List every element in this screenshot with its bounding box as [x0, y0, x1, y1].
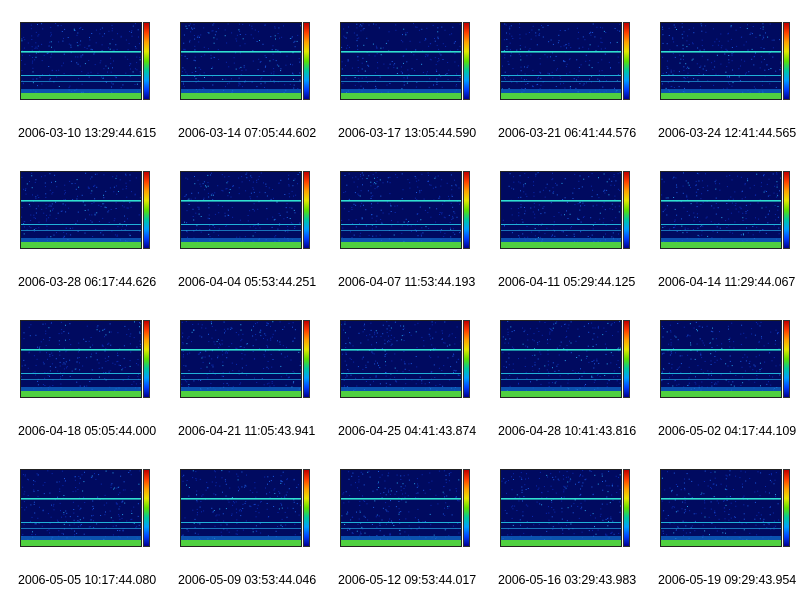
colorbar — [623, 320, 630, 398]
spectrogram-image — [20, 469, 142, 547]
timestamp-caption: 2006-04-21 11:05:43.941 — [178, 424, 316, 438]
colorbar — [143, 320, 150, 398]
spectrogram-panel: 2006-03-21 06:41:44.576 — [480, 0, 640, 149]
timestamp-caption: 2006-03-10 13:29:44.615 — [18, 126, 157, 140]
colorbar — [303, 469, 310, 547]
colorbar — [463, 469, 470, 547]
spectrogram-image — [340, 469, 462, 547]
colorbar — [143, 171, 150, 249]
colorbar — [783, 22, 790, 100]
colorbar — [783, 171, 790, 249]
timestamp-caption: 2006-03-24 12:41:44.565 — [658, 126, 797, 140]
timestamp-caption: 2006-05-12 09:53:44.017 — [338, 573, 477, 587]
timestamp-caption: 2006-04-18 05:05:44.000 — [18, 424, 157, 438]
spectrogram-image — [500, 469, 622, 547]
spectrogram-panel: 2006-04-25 04:41:43.874 — [320, 298, 480, 447]
spectrogram-panel: 2006-04-28 10:41:43.816 — [480, 298, 640, 447]
colorbar — [783, 320, 790, 398]
spectrogram-panel: 2006-05-02 04:17:44.109 — [640, 298, 800, 447]
timestamp-caption: 2006-03-28 06:17:44.626 — [18, 275, 157, 289]
spectrogram-panel: 2006-04-14 11:29:44.067 — [640, 149, 800, 298]
spectrogram-panel: 2006-05-05 10:17:44.080 — [0, 447, 160, 596]
colorbar — [143, 469, 150, 547]
spectrogram-image — [340, 22, 462, 100]
spectrogram-panel: 2006-03-14 07:05:44.602 — [160, 0, 320, 149]
spectrogram-panel: 2006-05-19 09:29:43.954 — [640, 447, 800, 596]
timestamp-caption: 2006-03-17 13:05:44.590 — [338, 126, 477, 140]
spectrogram-image — [660, 171, 782, 249]
colorbar — [463, 320, 470, 398]
colorbar — [463, 171, 470, 249]
spectrogram-panel: 2006-04-04 05:53:44.251 — [160, 149, 320, 298]
colorbar — [623, 469, 630, 547]
timestamp-caption: 2006-05-05 10:17:44.080 — [18, 573, 157, 587]
spectrogram-panel: 2006-03-17 13:05:44.590 — [320, 0, 480, 149]
spectrogram-image — [500, 22, 622, 100]
timestamp-caption: 2006-04-11 05:29:44.125 — [498, 275, 636, 289]
colorbar — [623, 22, 630, 100]
timestamp-caption: 2006-03-14 07:05:44.602 — [178, 126, 317, 140]
spectrogram-panel: 2006-03-24 12:41:44.565 — [640, 0, 800, 149]
colorbar — [143, 22, 150, 100]
colorbar — [303, 320, 310, 398]
spectrogram-image — [500, 171, 622, 249]
spectrogram-panel: 2006-05-16 03:29:43.983 — [480, 447, 640, 596]
colorbar — [623, 171, 630, 249]
spectrogram-panel: 2006-05-09 03:53:44.046 — [160, 447, 320, 596]
spectrogram-image — [180, 469, 302, 547]
spectrogram-panel: 2006-04-07 11:53:44.193 — [320, 149, 480, 298]
spectrogram-image — [340, 171, 462, 249]
spectrogram-image — [180, 320, 302, 398]
spectrogram-image — [20, 320, 142, 398]
spectrogram-panel: 2006-03-28 06:17:44.626 — [0, 149, 160, 298]
colorbar — [303, 22, 310, 100]
timestamp-caption: 2006-04-14 11:29:44.067 — [658, 275, 796, 289]
timestamp-caption: 2006-04-04 05:53:44.251 — [178, 275, 317, 289]
spectrogram-image — [340, 320, 462, 398]
timestamp-caption: 2006-05-02 04:17:44.109 — [658, 424, 797, 438]
spectrogram-panel: 2006-05-12 09:53:44.017 — [320, 447, 480, 596]
spectrogram-panel: 2006-04-18 05:05:44.000 — [0, 298, 160, 447]
spectrogram-panel: 2006-04-11 05:29:44.125 — [480, 149, 640, 298]
spectrogram-image — [500, 320, 622, 398]
timestamp-caption: 2006-04-07 11:53:44.193 — [338, 275, 476, 289]
timestamp-caption: 2006-04-25 04:41:43.874 — [338, 424, 477, 438]
colorbar — [303, 171, 310, 249]
spectrogram-image — [660, 22, 782, 100]
spectrogram-image — [180, 22, 302, 100]
timestamp-caption: 2006-04-28 10:41:43.816 — [498, 424, 637, 438]
spectrogram-image — [20, 171, 142, 249]
colorbar — [463, 22, 470, 100]
colorbar — [783, 469, 790, 547]
spectrogram-panel: 2006-03-10 13:29:44.615 — [0, 0, 160, 149]
spectrogram-image — [180, 171, 302, 249]
spectrogram-image — [660, 469, 782, 547]
spectrogram-grid: 2006-03-10 13:29:44.615 2006-03-14 07:05:… — [0, 0, 800, 596]
spectrogram-image — [660, 320, 782, 398]
timestamp-caption: 2006-05-19 09:29:43.954 — [658, 573, 797, 587]
timestamp-caption: 2006-05-09 03:53:44.046 — [178, 573, 317, 587]
spectrogram-image — [20, 22, 142, 100]
timestamp-caption: 2006-03-21 06:41:44.576 — [498, 126, 637, 140]
spectrogram-panel: 2006-04-21 11:05:43.941 — [160, 298, 320, 447]
timestamp-caption: 2006-05-16 03:29:43.983 — [498, 573, 637, 587]
